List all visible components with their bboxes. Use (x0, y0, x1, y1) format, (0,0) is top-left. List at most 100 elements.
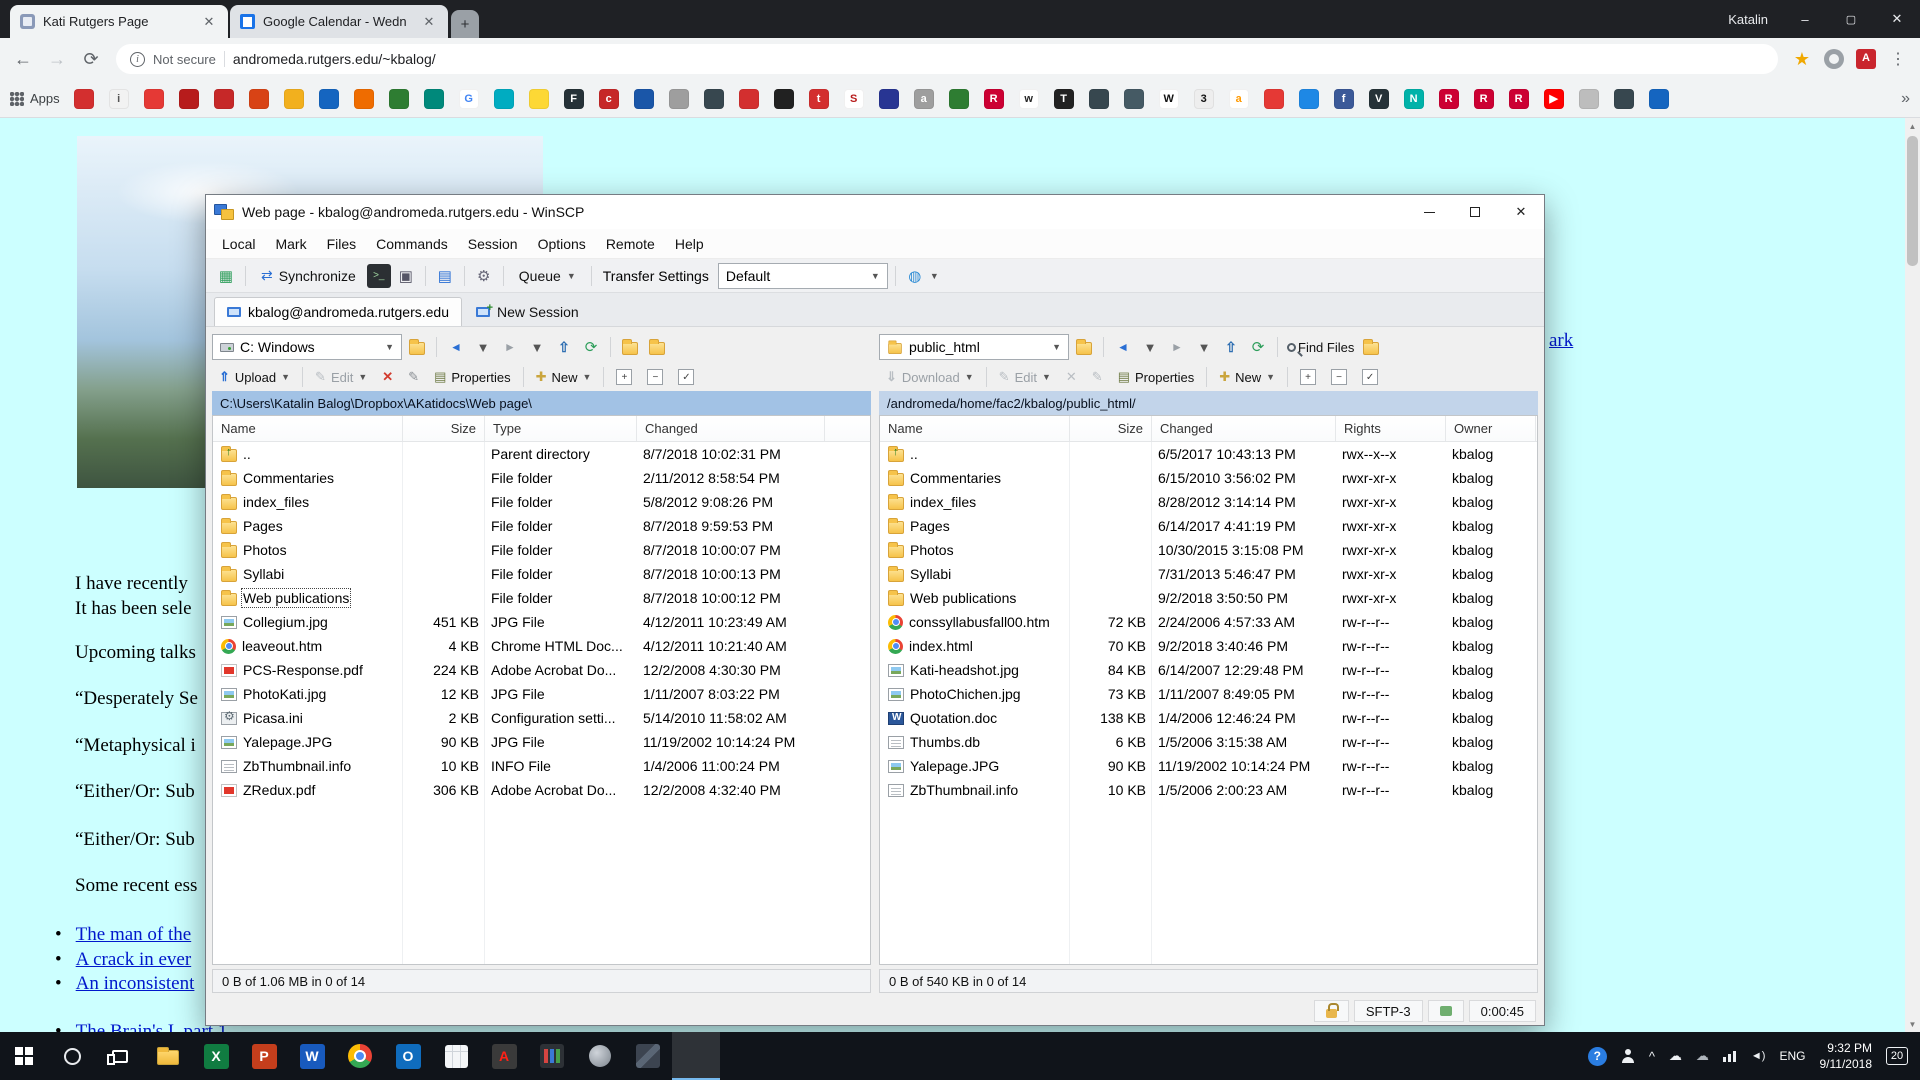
clock[interactable]: 9:32 PM 9/11/2018 (1820, 1040, 1873, 1072)
cloud-icon[interactable]: ☁ (1696, 1048, 1709, 1064)
bookmark-favicon[interactable] (144, 89, 164, 109)
new-session-button[interactable]: New Session (466, 297, 589, 326)
file-row[interactable]: .. Parent directory 8/7/2018 10:02:31 PM (213, 442, 870, 466)
menu-item[interactable]: Commands (366, 229, 458, 259)
minimize-button[interactable]: – (1782, 0, 1828, 38)
page-scrollbar[interactable]: ▲ ▼ (1905, 118, 1920, 1032)
column-header-name[interactable]: Name (880, 416, 1070, 441)
bookmark-favicon[interactable] (284, 89, 304, 109)
scroll-down-arrow[interactable]: ▼ (1905, 1016, 1920, 1032)
address-bar[interactable]: i Not secure andromeda.rutgers.edu/~kbal… (116, 44, 1778, 74)
taskbar-app-button[interactable] (576, 1032, 624, 1080)
info-icon[interactable]: i (130, 52, 145, 67)
file-row[interactable]: Picasa.ini 2 KB Configuration setti... 5… (213, 706, 870, 730)
forward-history-chevron[interactable]: ▼ (525, 335, 549, 359)
maximize-button[interactable]: ▢ (1828, 0, 1874, 38)
file-row[interactable]: Photos File folder 8/7/2018 10:00:07 PM (213, 538, 870, 562)
select-remove-button[interactable]: − (1324, 365, 1354, 389)
edit-button[interactable]: ✎Edit▼ (992, 365, 1058, 389)
file-row[interactable]: Collegium.jpg 451 KB JPG File 4/12/2011 … (213, 610, 870, 634)
bookmark-favicon[interactable]: c (599, 89, 619, 109)
remote-path-bar[interactable]: /andromeda/home/fac2/kbalog/public_html/ (879, 391, 1538, 415)
bookmark-favicon[interactable] (249, 89, 269, 109)
preferences-gear-icon[interactable]: ⚙ (472, 264, 496, 288)
encryption-status[interactable] (1314, 1000, 1349, 1022)
bookmark-favicon[interactable]: t (809, 89, 829, 109)
close-button[interactable]: ✕ (1498, 195, 1544, 229)
terminal-icon[interactable]: ▣ (394, 264, 418, 288)
bookmark-favicon[interactable]: W (1159, 89, 1179, 109)
edit-button[interactable]: ✎Edit▼ (308, 365, 374, 389)
volume-icon[interactable]: ◄) (1751, 1050, 1766, 1062)
file-row[interactable]: PhotoKati.jpg 12 KB JPG File 1/11/2007 8… (213, 682, 870, 706)
home-directory-button[interactable] (618, 335, 642, 359)
apps-button[interactable]: Apps (10, 91, 60, 106)
transfer-options-icon[interactable]: ◍ (903, 264, 927, 288)
bookmark-favicon[interactable] (1649, 89, 1669, 109)
bookmark-favicon[interactable]: ▶ (1544, 89, 1564, 109)
new-button[interactable]: ✚New▼ (529, 365, 599, 389)
back-history-chevron[interactable]: ▼ (1138, 335, 1162, 359)
menu-item[interactable]: Options (528, 229, 596, 259)
file-row[interactable]: Commentaries 6/15/2010 3:56:02 PM rwxr-x… (880, 466, 1537, 490)
transfer-settings-combo[interactable]: Default▼ (718, 263, 888, 289)
file-row[interactable]: Quotation.doc 138 KB 1/4/2006 12:46:24 P… (880, 706, 1537, 730)
delete-button[interactable]: ✕ (1059, 365, 1084, 389)
file-row[interactable]: conssyllabusfall00.htm 72 KB 2/24/2006 4… (880, 610, 1537, 634)
taskbar-app-button[interactable] (0, 1032, 48, 1080)
forward-button[interactable]: ► (498, 335, 522, 359)
rename-button[interactable]: ✎ (401, 365, 426, 389)
file-row[interactable]: Yalepage.JPG 90 KB 11/19/2002 10:14:24 P… (880, 754, 1537, 778)
page-link[interactable]: The man of the (76, 924, 192, 945)
file-row[interactable]: PhotoChichen.jpg 73 KB 1/11/2007 8:49:05… (880, 682, 1537, 706)
taskbar-app-button[interactable]: O (384, 1032, 432, 1080)
notification-badge[interactable]: 20 (1886, 1047, 1908, 1065)
taskbar-app-button[interactable] (624, 1032, 672, 1080)
taskbar-app-button[interactable] (48, 1032, 96, 1080)
close-button[interactable]: ✕ (1874, 0, 1920, 38)
taskbar-app-button[interactable]: A (480, 1032, 528, 1080)
taskbar-app-button[interactable] (144, 1032, 192, 1080)
file-row[interactable]: ZbThumbnail.info 10 KB 1/5/2006 2:00:23 … (880, 778, 1537, 802)
bookmark-favicon[interactable]: R (1474, 89, 1494, 109)
bookmark-favicon[interactable] (1614, 89, 1634, 109)
bookmark-favicon[interactable] (634, 89, 654, 109)
bookmark-favicon[interactable]: G (459, 89, 479, 109)
select-add-button[interactable]: + (1293, 365, 1323, 389)
url-text[interactable]: andromeda.rutgers.edu/~kbalog/ (233, 51, 436, 67)
bookmark-folder-button[interactable] (405, 335, 429, 359)
bookmark-favicon[interactable]: R (984, 89, 1004, 109)
bookmark-favicon[interactable] (704, 89, 724, 109)
tab-close-icon[interactable]: ✕ (200, 13, 218, 31)
new-tab-button[interactable]: + (451, 10, 479, 38)
file-row[interactable]: Syllabi File folder 8/7/2018 10:00:13 PM (213, 562, 870, 586)
bookmark-favicon[interactable] (879, 89, 899, 109)
help-icon[interactable]: ? (1588, 1047, 1607, 1066)
bookmark-favicon[interactable]: V (1369, 89, 1389, 109)
back-button[interactable]: ◄ (1111, 335, 1135, 359)
bookmark-favicon[interactable] (424, 89, 444, 109)
bookmark-favicon[interactable] (774, 89, 794, 109)
bookmark-favicon[interactable] (669, 89, 689, 109)
column-header-changed[interactable]: Changed (637, 416, 825, 441)
page-link[interactable]: A crack in ever (76, 949, 192, 970)
queue-button[interactable]: Queue▼ (511, 263, 584, 289)
bookmark-favicon[interactable] (319, 89, 339, 109)
column-header-changed[interactable]: Changed (1152, 416, 1336, 441)
file-row[interactable]: Kati-headshot.jpg 84 KB 6/14/2007 12:29:… (880, 658, 1537, 682)
tab-close-icon[interactable]: ✕ (420, 13, 438, 31)
column-header-rights[interactable]: Rights (1336, 416, 1446, 441)
console-icon[interactable]: >_ (367, 264, 391, 288)
taskbar-app-button[interactable]: W (288, 1032, 336, 1080)
menu-item[interactable]: Files (317, 229, 367, 259)
rename-button[interactable]: ✎ (1085, 365, 1110, 389)
directory-tree-button[interactable] (645, 335, 669, 359)
adobe-extension-icon[interactable] (1856, 49, 1876, 69)
bookmark-favicon[interactable]: N (1404, 89, 1424, 109)
file-row[interactable]: Thumbs.db 6 KB 1/5/2006 3:15:38 AM rw-r-… (880, 730, 1537, 754)
file-row[interactable]: Pages 6/14/2017 4:41:19 PM rwxr-xr-x kba… (880, 514, 1537, 538)
bookmark-favicon[interactable]: S (844, 89, 864, 109)
onedrive-cloud-icon[interactable]: ☁ (1669, 1048, 1682, 1064)
file-row[interactable]: Web publications 9/2/2018 3:50:50 PM rwx… (880, 586, 1537, 610)
minimize-button[interactable] (1406, 195, 1452, 229)
